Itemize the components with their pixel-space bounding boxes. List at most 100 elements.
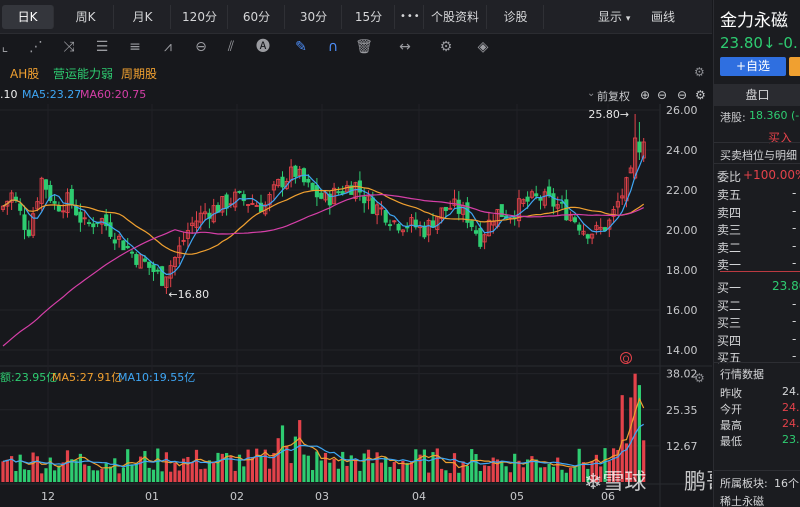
magnet-icon[interactable]: ∩	[322, 35, 344, 59]
cycle-icon[interactable]: ⊖	[190, 35, 212, 59]
tag-settings-gear-icon[interactable]: ⚙	[694, 65, 705, 79]
trash-icon[interactable]: 🗑	[353, 35, 375, 59]
volume-bar	[422, 449, 426, 482]
tab-30min[interactable]: 30分	[286, 5, 342, 29]
volume-bar	[298, 420, 302, 482]
resize-icon[interactable]: ↔	[394, 35, 416, 59]
volume-legend-label: 额:23.95亿	[0, 371, 57, 384]
layers-icon[interactable]: ◈	[472, 35, 494, 59]
tab-weekly-k[interactable]: 周K	[58, 5, 114, 29]
volume-bar	[551, 466, 555, 482]
zoom-in-icon[interactable]: ⊕	[640, 88, 650, 102]
sector-count[interactable]: 16个	[774, 475, 799, 491]
hk-label: 港股:	[720, 111, 746, 124]
tab-60min[interactable]: 60分	[229, 5, 285, 29]
candle-body	[26, 229, 31, 237]
buy-in-button[interactable]: 买入	[768, 129, 792, 146]
month-label: 12	[41, 490, 55, 503]
tab-120min[interactable]: 120分	[172, 5, 228, 29]
volume-bar	[397, 469, 401, 482]
crosshair-icon[interactable]: ⌞	[0, 35, 16, 59]
month-label: 02	[230, 490, 244, 503]
market-row-value: 24.	[782, 385, 800, 398]
volume-bar	[263, 449, 267, 482]
volume-bar	[233, 470, 237, 482]
text-box-icon[interactable]: 🅐	[252, 35, 274, 59]
drawing-button[interactable]: 画线	[651, 5, 675, 29]
volume-bar	[1, 461, 5, 482]
zoom-out-icon[interactable]: ⊖	[657, 88, 667, 102]
stock-change: -0.	[778, 34, 798, 52]
close-indicator-icon[interactable]: ⊖	[677, 88, 687, 102]
adjust-mode-select[interactable]: 前复权	[597, 88, 630, 104]
candle-body	[362, 196, 367, 204]
candle-body	[129, 251, 135, 254]
market-row-label: 今开	[720, 403, 742, 416]
ma60-value: MA60:20.75	[80, 88, 147, 101]
chevron-down-icon[interactable]: ⌄	[587, 88, 595, 99]
candle-body	[383, 210, 388, 223]
volume-bar	[83, 464, 87, 482]
bars-icon[interactable]: ☰	[91, 35, 113, 59]
volume-bar	[186, 456, 190, 482]
volume-bar	[280, 425, 285, 482]
candle-body	[69, 188, 74, 205]
tab-daily-k[interactable]: 日K	[2, 5, 54, 29]
divider	[714, 470, 800, 471]
rows-icon[interactable]: ≡	[124, 35, 146, 59]
watermark-author: 鹏哥投研	[684, 470, 712, 495]
stock-name: 金力永磁	[720, 11, 788, 31]
display-label: 显示	[598, 10, 623, 24]
alert-icon[interactable]	[789, 57, 800, 76]
display-menu[interactable]: 显示 ▾	[598, 5, 630, 29]
candle-body	[22, 214, 27, 230]
market-row-label: 最低	[720, 435, 742, 448]
volume-bar	[328, 462, 332, 482]
bid-level-label: 买五	[717, 351, 742, 365]
gear-icon[interactable]: ⚙	[435, 35, 457, 59]
volume-bar	[388, 466, 392, 482]
tab-15min[interactable]: 15分	[343, 5, 395, 29]
fan-icon[interactable]: ⋰	[25, 35, 47, 59]
tag-weak-operation[interactable]: 营运能力弱	[53, 65, 113, 82]
volume-bar	[242, 466, 246, 482]
candle-body	[74, 206, 79, 216]
ma20-line	[2, 185, 645, 255]
ask-level-value: -	[792, 256, 797, 270]
settings-circle-icon[interactable]: ⚙	[695, 88, 706, 102]
volume-bar	[470, 449, 474, 482]
volume-bar	[323, 452, 328, 482]
candle-body	[86, 222, 92, 225]
diagnosis-button[interactable]: 诊股	[488, 5, 544, 29]
ask-level-value: -	[792, 203, 797, 218]
candle-body	[293, 165, 298, 177]
volume-bar	[5, 459, 9, 482]
sector-name[interactable]: 稀土永磁	[720, 493, 764, 507]
panel-title[interactable]: 盘口	[714, 84, 800, 106]
ask-level-label: 卖三	[717, 223, 742, 237]
divider	[714, 362, 800, 363]
tag-ah-stock[interactable]: AH股	[10, 65, 39, 82]
add-watchlist-button[interactable]: +自选	[720, 57, 786, 76]
market-row-value: 24.	[782, 401, 800, 414]
stock-profile-button[interactable]: 个股资料	[423, 5, 487, 29]
tab-monthly-k[interactable]: 月K	[115, 5, 171, 29]
candle-body	[52, 201, 57, 204]
candle-body	[370, 197, 375, 214]
volume-gear-icon: ⚙	[694, 371, 705, 385]
tag-cyclical-stock[interactable]: 周期股	[121, 65, 157, 82]
volume-bar	[341, 451, 345, 482]
more-periods-button[interactable]: •••	[400, 5, 421, 29]
pen-icon[interactable]: ✎	[290, 35, 312, 59]
volume-bar	[44, 468, 48, 482]
zigzag-icon[interactable]: ⩘	[157, 35, 179, 59]
volume-bar	[27, 470, 31, 482]
volume-bar	[620, 395, 624, 482]
volume-bar	[151, 469, 156, 482]
wave-icon[interactable]: ⤨	[58, 35, 80, 59]
bid-level-label: 买一	[717, 281, 742, 295]
price-tick-label: 18.00	[666, 264, 698, 277]
volume-bar	[573, 466, 577, 482]
kline-chart[interactable]: 26.00 24.00 22.00 20.00 18.00 16.00 14.00 38.02…	[0, 104, 772, 507]
fork-icon[interactable]: ⫽	[220, 35, 242, 59]
